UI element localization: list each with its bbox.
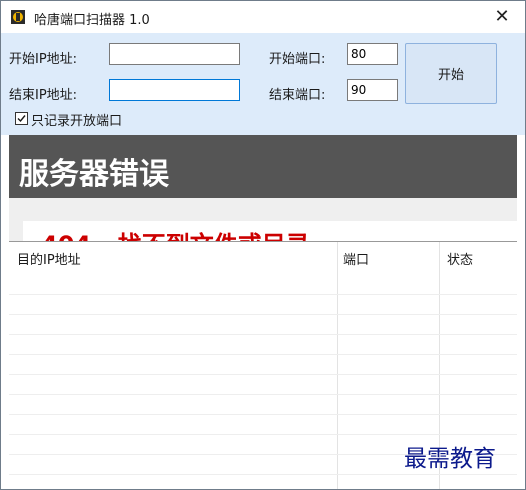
embedded-web-error: 服务器错误 404 - 找不到文件或目录。: [9, 135, 517, 241]
start-port-label: 开始端口:: [269, 52, 326, 67]
checkmark-icon: [17, 115, 26, 123]
error-message: 404 - 找不到文件或目录。: [41, 225, 334, 241]
end-port-label: 结束端口:: [269, 88, 326, 103]
start-scan-button[interactable]: 开始: [405, 43, 497, 104]
scan-settings-panel: 开始IP地址: 结束IP地址: 开始端口: 结束端口: 开始 只记录开放端口: [1, 33, 525, 135]
app-icon: [11, 10, 25, 24]
end-ip-label: 结束IP地址:: [9, 88, 78, 103]
column-header-port[interactable]: 端口: [343, 243, 369, 279]
column-divider: [337, 242, 338, 489]
only-open-ports-checkbox[interactable]: [15, 112, 28, 125]
end-port-input[interactable]: [347, 79, 398, 101]
error-header-text: 服务器错误: [19, 157, 169, 192]
title-bar: 哈唐端口扫描器 1.0 ✕: [1, 1, 525, 33]
row-divider: [9, 414, 517, 415]
row-divider: [9, 294, 517, 295]
error-header-bar: 服务器错误: [9, 135, 517, 198]
only-open-ports-label: 只记录开放端口: [31, 114, 123, 129]
watermark-text: 最需教育: [404, 446, 496, 472]
row-divider: [9, 334, 517, 335]
end-ip-input[interactable]: [109, 79, 240, 101]
column-header-status[interactable]: 状态: [447, 243, 473, 279]
row-divider: [9, 434, 517, 435]
close-button[interactable]: ✕: [479, 1, 525, 33]
app-window: 哈唐端口扫描器 1.0 ✕ 开始IP地址: 结束IP地址: 开始端口: 结束端口…: [0, 0, 526, 490]
row-divider: [9, 374, 517, 375]
start-port-input[interactable]: [347, 43, 398, 65]
column-header-ip[interactable]: 目的IP地址: [17, 243, 81, 279]
row-divider: [9, 474, 517, 475]
row-divider: [9, 314, 517, 315]
row-divider: [9, 354, 517, 355]
start-ip-input[interactable]: [109, 43, 240, 65]
window-title: 哈唐端口扫描器 1.0: [34, 13, 150, 28]
start-ip-label: 开始IP地址:: [9, 52, 78, 67]
row-divider: [9, 394, 517, 395]
